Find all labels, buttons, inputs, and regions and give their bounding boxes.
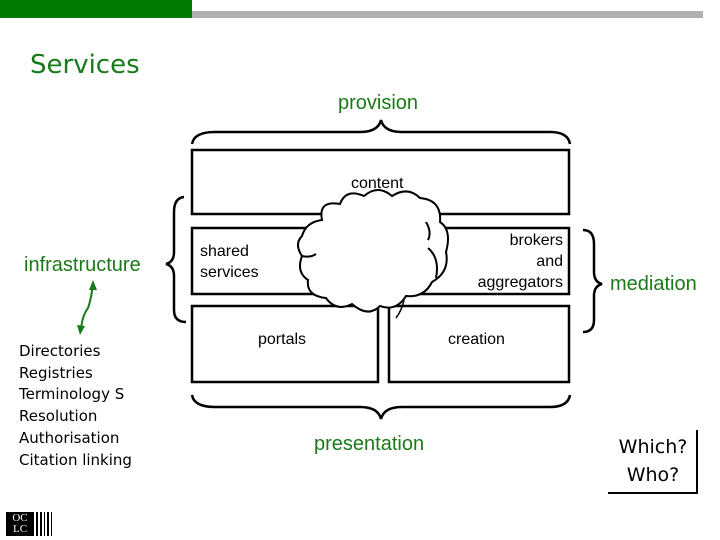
list-item: Terminology S bbox=[19, 385, 125, 404]
callout-line: Which? bbox=[618, 436, 688, 458]
brokers-line: brokers bbox=[509, 232, 563, 249]
brokers-line: and bbox=[536, 253, 563, 270]
infrastructure-label: infrastructure bbox=[24, 254, 141, 276]
callout-text: Which? Who? bbox=[608, 433, 698, 489]
list-item: Citation linking bbox=[19, 450, 132, 469]
presentation-brace bbox=[190, 394, 572, 420]
oclc-logo: OC LC bbox=[6, 512, 34, 536]
list-item: Resolution bbox=[19, 407, 98, 426]
portals-label: portals bbox=[258, 331, 307, 348]
callout-line: Who? bbox=[626, 464, 680, 486]
shared-services-line: services bbox=[200, 264, 259, 281]
presentation-label: presentation bbox=[314, 433, 425, 455]
content-label: content bbox=[351, 175, 404, 192]
list-item: Registries bbox=[19, 363, 93, 382]
shared-services-label: shared services bbox=[200, 241, 259, 283]
logo-bottom: LC bbox=[12, 523, 28, 535]
creation-label: creation bbox=[448, 331, 505, 348]
brokers-label: brokers and aggregators bbox=[440, 230, 563, 293]
shared-services-line: shared bbox=[200, 243, 249, 260]
infrastructure-list: Directories Registries Terminology S Res… bbox=[19, 341, 132, 471]
list-item: Directories bbox=[19, 342, 101, 360]
mediation-label: mediation bbox=[610, 273, 697, 295]
double-arrow-icon bbox=[80, 283, 94, 331]
mediation-brace bbox=[582, 228, 603, 334]
provision-brace bbox=[190, 119, 572, 145]
list-item: Authorisation bbox=[19, 428, 120, 447]
logo-barcode bbox=[36, 512, 54, 536]
provision-label: provision bbox=[338, 92, 419, 114]
brokers-line: aggregators bbox=[477, 274, 563, 291]
infrastructure-brace bbox=[165, 195, 187, 324]
